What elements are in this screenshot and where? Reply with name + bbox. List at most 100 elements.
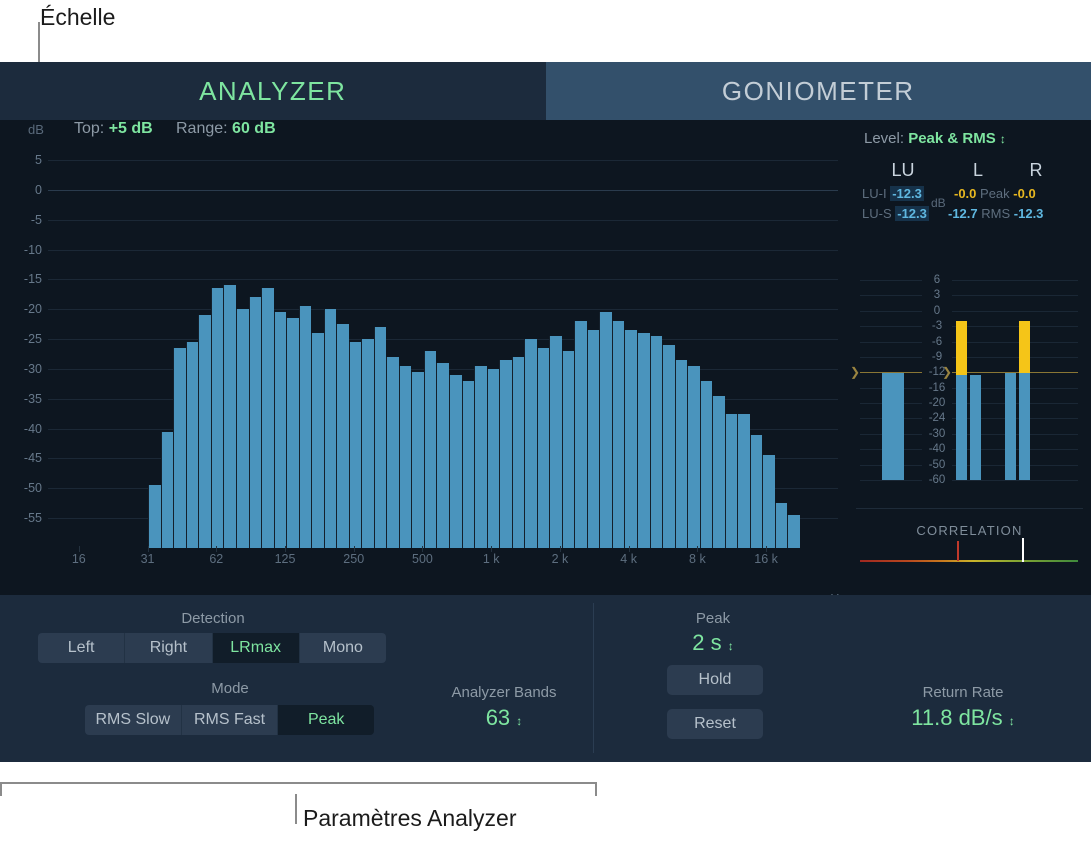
spectrum-bar: [349, 342, 362, 548]
spectrum-bar: [311, 333, 324, 548]
spectrum-bar: [386, 357, 399, 548]
y-axis-tick-label: -5: [31, 213, 42, 227]
level-selector[interactable]: Level: Peak & RMS ↕: [864, 130, 1006, 147]
y-axis-tick-label: -50: [24, 481, 42, 495]
x-axis-tick-mark: [354, 546, 355, 552]
spectrum-top-readout[interactable]: Top: +5 dB: [74, 120, 153, 138]
controls-area: Detection LeftRightLRmaxMono Mode RMS Sl…: [0, 595, 1091, 762]
mode-button-group: RMS SlowRMS FastPeak: [85, 705, 374, 735]
annotation-parametres-bracket: [0, 782, 597, 796]
meter-scale-label: -9: [922, 351, 952, 363]
meter-scale-label: -24: [922, 412, 952, 424]
meter-scale-label: -40: [922, 443, 952, 455]
spectrum-analyzer-panel[interactable]: dB Top: +5 dB Range: 60 dB 50-5-10-15-20…: [0, 120, 848, 595]
meter-gridline: [860, 342, 922, 343]
hold-button[interactable]: Hold: [667, 665, 763, 695]
spectrum-bar: [762, 455, 775, 548]
spectrum-bar: [487, 369, 500, 548]
spectrum-bar: [612, 321, 625, 548]
y-axis-tick-label: -10: [24, 243, 42, 257]
peak-time-stepper-icon[interactable]: ↕: [728, 639, 734, 653]
mode-option-peak[interactable]: Peak: [278, 705, 374, 735]
peak-label: Peak: [980, 186, 1010, 201]
tab-analyzer[interactable]: ANALYZER: [0, 62, 546, 120]
y-axis-tick-label: -45: [24, 451, 42, 465]
spectrum-bar: [587, 330, 600, 548]
correlation-center-tick: [957, 541, 959, 561]
detection-option-left[interactable]: Left: [38, 633, 125, 663]
spectrum-bars: [48, 160, 838, 548]
spectrum-bar: [499, 360, 512, 548]
spectrum-bar: [624, 330, 637, 548]
mode-option-rms-slow[interactable]: RMS Slow: [85, 705, 182, 735]
detection-option-lrmax[interactable]: LRmax: [213, 633, 300, 663]
spectrum-bar: [650, 336, 663, 548]
stepper-updown-icon[interactable]: ↕: [1000, 132, 1006, 146]
y-axis-tick-label: -55: [24, 511, 42, 525]
meter-scale-label: -6: [922, 336, 952, 348]
meter-threshold-handle-icon[interactable]: ❯: [850, 365, 860, 379]
r-column-title: R: [1021, 160, 1051, 181]
meter-bar: [882, 373, 904, 480]
peak-hold-group: Peak 2 s ↕ Hold Reset Return Rate 11.8 d…: [593, 595, 1091, 762]
analyzer-plugin-window: ANALYZER GONIOMETER dB Top: +5 dB Range:…: [0, 62, 1091, 762]
detection-option-right[interactable]: Right: [125, 633, 212, 663]
analyzer-bands-value[interactable]: 63 ↕: [424, 705, 584, 731]
spectrum-bar: [462, 381, 475, 548]
reset-button[interactable]: Reset: [667, 709, 763, 739]
peak-time-value[interactable]: 2 s ↕: [653, 630, 773, 656]
spectrum-bar: [299, 306, 312, 548]
spectrum-top-label: Top:: [74, 120, 104, 137]
meter-gridline: [952, 326, 1078, 327]
x-axis-tick-mark: [766, 546, 767, 552]
x-axis-tick-mark: [491, 546, 492, 552]
correlation-title: CORRELATION: [848, 523, 1091, 538]
hold-button-label: Hold: [699, 671, 732, 689]
x-axis-tick-label: 16: [72, 552, 86, 566]
spectrum-bar: [549, 336, 562, 548]
spectrum-bar: [512, 357, 525, 548]
lu-s-value: -12.3: [895, 206, 929, 221]
peak-value-right: -0.0: [1013, 186, 1035, 201]
spectrum-bar: [524, 339, 537, 548]
meter-bar: [956, 375, 967, 480]
mode-option-rms-fast[interactable]: RMS Fast: [182, 705, 279, 735]
x-axis-tick-mark: [216, 546, 217, 552]
tab-goniometer[interactable]: GONIOMETER: [546, 62, 1091, 120]
y-axis-tick-label: 5: [35, 153, 42, 167]
meter-bar: [970, 375, 981, 480]
detection-option-label: Right: [150, 639, 187, 657]
x-axis-tick-label: 4 k: [620, 552, 637, 566]
tab-analyzer-label: ANALYZER: [199, 76, 346, 107]
analyzer-bands-stepper-icon[interactable]: ↕: [516, 714, 522, 728]
spectrum-frequency-axis: 1631621252505001 k2 k4 k8 k16 k: [48, 552, 838, 582]
return-rate-stepper-icon[interactable]: ↕: [1009, 714, 1015, 728]
return-rate-label: Return Rate: [873, 684, 1053, 701]
analyzer-parameters-group: Detection LeftRightLRmaxMono Mode RMS Sl…: [0, 595, 593, 762]
return-rate-value[interactable]: 11.8 dB/s ↕: [873, 705, 1053, 731]
meter-scale-label: -20: [922, 397, 952, 409]
x-axis-tick-label: 125: [275, 552, 296, 566]
tab-goniometer-label: GONIOMETER: [722, 76, 915, 107]
meter-gridline: [860, 326, 922, 327]
spectrum-bar: [750, 435, 763, 548]
spectrum-range-readout[interactable]: Range: 60 dB: [176, 120, 276, 138]
y-axis-tick-label: -40: [24, 422, 42, 436]
meter-scale-label: 0: [922, 305, 952, 317]
meter-threshold-handle-icon[interactable]: ❯: [942, 365, 952, 379]
meter-scale-label: -50: [922, 459, 952, 471]
meter-gridline: [952, 480, 1078, 481]
detection-option-label: LRmax: [230, 639, 281, 657]
l-column-title: L: [963, 160, 993, 181]
detection-option-mono[interactable]: Mono: [300, 633, 386, 663]
spectrum-bar: [562, 351, 575, 548]
spectrum-bar: [186, 342, 199, 548]
tab-bar: ANALYZER GONIOMETER: [0, 62, 1091, 120]
spectrum-bar: [687, 366, 700, 548]
peak-time-number: 2 s: [692, 630, 721, 655]
y-axis-tick-label: 0: [35, 183, 42, 197]
y-axis-tick-label: -25: [24, 332, 42, 346]
detection-button-group: Left Right LRmax Mono: [38, 633, 386, 663]
correlation-meter: [860, 560, 1078, 562]
annotation-parametres-leader-line: [295, 794, 297, 824]
